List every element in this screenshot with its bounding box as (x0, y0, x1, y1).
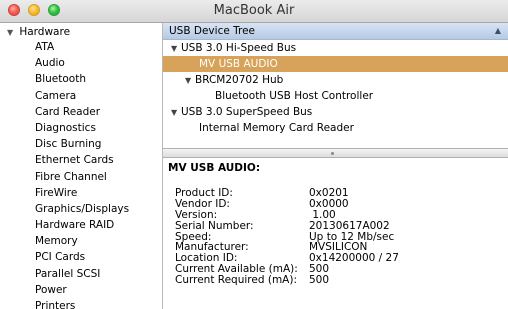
tree-row-internal-memory-card-reader[interactable]: Internal Memory Card Reader (163, 120, 508, 136)
usb-device-tree: USB Device Tree ▲ ▼ USB 3.0 Hi-Speed Bus … (163, 23, 508, 148)
disclosure-triangle-icon[interactable]: ▼ (171, 105, 181, 121)
tree-row-mv-usb-audio[interactable]: MV USB AUDIO (163, 56, 508, 72)
system-information-window: MacBook Air ▼ Hardware ATA Audio Bluetoo… (0, 0, 508, 309)
tree-row-label: USB 3.0 Hi-Speed Bus (181, 42, 297, 54)
disclosure-triangle-icon[interactable]: ▼ (171, 41, 181, 57)
sidebar-item-fibre-channel[interactable]: Fibre Channel (35, 169, 129, 185)
sidebar-item-printers[interactable]: Printers (35, 298, 129, 309)
detail-pane: MV USB AUDIO: Product ID: 0x0201 Vendor I… (163, 158, 508, 309)
sidebar-group-hardware[interactable]: ▼ Hardware (7, 24, 70, 40)
sidebar-group-label: Hardware (19, 26, 71, 38)
property-value: 500 (309, 274, 330, 287)
sidebar-item-audio[interactable]: Audio (35, 55, 129, 71)
sidebar-item-parallel-scsi[interactable]: Parallel SCSI (35, 266, 129, 282)
detail-title: MV USB AUDIO: (168, 162, 261, 174)
tree-row-label: USB 3.0 SuperSpeed Bus (181, 106, 313, 118)
tree-row-label: Bluetooth USB Host Controller (215, 90, 374, 102)
tree-column-header[interactable]: USB Device Tree ▲ (163, 23, 508, 40)
sidebar-item-card-reader[interactable]: Card Reader (35, 104, 129, 120)
disclosure-triangle-icon[interactable]: ▼ (7, 25, 16, 41)
property-key: Current Required (mA): (175, 274, 297, 287)
title-bar: MacBook Air (0, 0, 508, 23)
sidebar-item-ethernet-cards[interactable]: Ethernet Cards (35, 152, 129, 168)
window-title: MacBook Air (213, 3, 295, 18)
disclosure-triangle-icon[interactable]: ▼ (185, 73, 195, 89)
sidebar-item-graphics-displays[interactable]: Graphics/Displays (35, 201, 129, 217)
sidebar-item-memory[interactable]: Memory (35, 233, 129, 249)
property-value: 20130617A002 (309, 219, 390, 232)
tree-row-usb-superspeed-bus[interactable]: ▼ USB 3.0 SuperSpeed Bus (163, 104, 508, 120)
sidebar-item-disc-burning[interactable]: Disc Burning (35, 136, 129, 152)
tree-row-brcm20702-hub[interactable]: ▼ BRCM20702 Hub (163, 72, 508, 88)
sidebar-item-ata[interactable]: ATA (35, 39, 129, 55)
sidebar-item-diagnostics[interactable]: Diagnostics (35, 120, 129, 136)
sidebar-item-pci-cards[interactable]: PCI Cards (35, 249, 129, 265)
sidebar-item-bluetooth[interactable]: Bluetooth (35, 71, 129, 87)
tree-row-label: Internal Memory Card Reader (199, 122, 354, 134)
tree-row-usb-hi-speed-bus[interactable]: ▼ USB 3.0 Hi-Speed Bus (163, 40, 508, 56)
sidebar-item-camera[interactable]: Camera (35, 88, 129, 104)
tree-row-label: MV USB AUDIO (199, 58, 278, 70)
split-view-divider[interactable] (163, 148, 508, 158)
sidebar-item-firewire[interactable]: FireWire (35, 185, 129, 201)
divider-grip-icon[interactable] (331, 152, 334, 155)
tree-row-bluetooth-host-controller[interactable]: Bluetooth USB Host Controller (163, 88, 508, 104)
tree-row-label: BRCM20702 Hub (195, 74, 284, 86)
sidebar-item-power[interactable]: Power (35, 282, 129, 298)
property-key: Serial Number: (175, 219, 254, 232)
sort-ascending-icon[interactable]: ▲ (495, 23, 501, 39)
sidebar-item-hardware-raid[interactable]: Hardware RAID (35, 217, 129, 233)
sidebar: ▼ Hardware ATA Audio Bluetooth Camera Ca… (0, 23, 163, 309)
sidebar-list: ATA Audio Bluetooth Camera Card Reader D… (35, 39, 129, 309)
tree-header-label: USB Device Tree (169, 25, 256, 37)
